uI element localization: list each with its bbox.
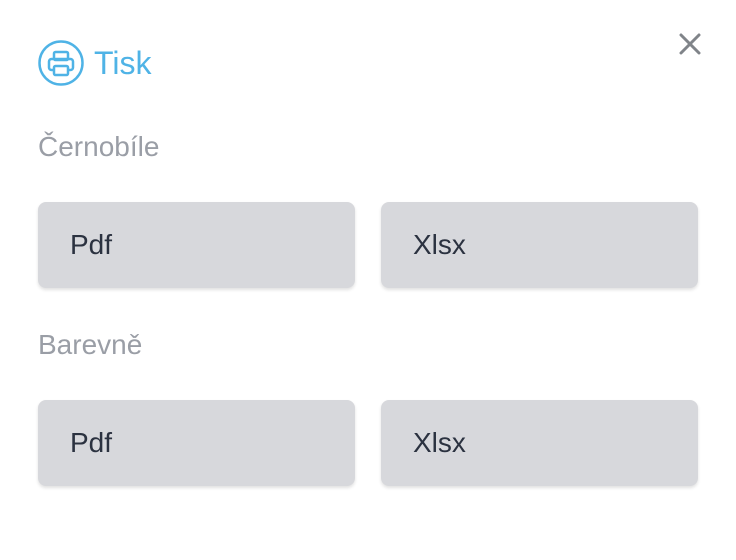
grayscale-pdf-button[interactable]: Pdf	[38, 202, 355, 288]
section-label-color: Barevně	[38, 329, 143, 360]
section-label-grayscale: Černobíle	[38, 131, 160, 162]
grayscale-xlsx-button[interactable]: Xlsx	[381, 202, 698, 288]
print-dialog: Tisk Černobíle Pdf Xlsx Barevně Pdf Xlsx	[0, 0, 736, 560]
close-button[interactable]	[674, 30, 706, 62]
dialog-title: Tisk	[94, 45, 152, 81]
color-xlsx-button[interactable]: Xlsx	[381, 400, 698, 486]
color-pdf-button[interactable]: Pdf	[38, 400, 355, 486]
close-icon	[679, 33, 701, 60]
grayscale-button-row: Pdf Xlsx	[38, 202, 698, 288]
printer-icon	[38, 40, 84, 86]
color-button-row: Pdf Xlsx	[38, 400, 698, 486]
dialog-header: Tisk	[38, 40, 151, 86]
